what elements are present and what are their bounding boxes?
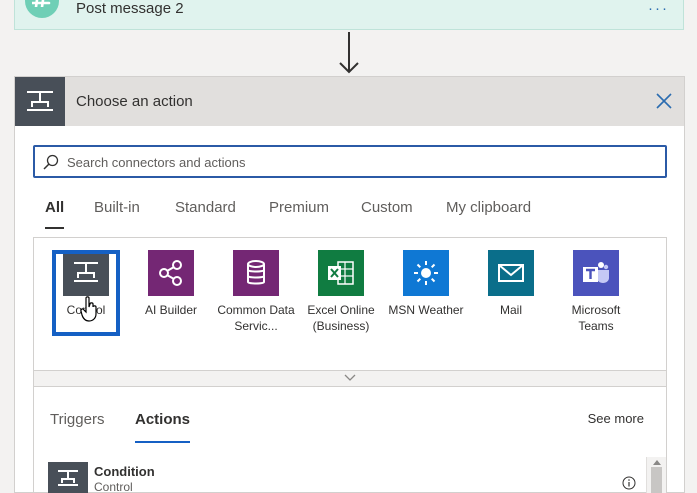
connector-label: Excel Online (Business) [307,303,375,333]
see-more-link[interactable]: See more [588,411,644,426]
chevron-down-icon [344,374,356,381]
tab-custom[interactable]: Custom [361,199,413,216]
search-box [33,145,667,178]
actions-section: Triggers Actions See more Condition Cont… [33,387,667,493]
ai-builder-icon [148,250,194,296]
flow-arrow-icon [339,32,359,74]
tab-premium[interactable]: Premium [269,199,329,216]
connector-common-data-service[interactable]: Common Data Servic... [216,250,296,334]
tab-built-in[interactable]: Built-in [94,199,140,216]
info-icon[interactable] [622,476,636,490]
step-icon-container [15,0,65,30]
search-input[interactable] [67,153,657,171]
action-name: Condition [94,464,155,479]
sun-icon [403,250,449,296]
tab-triggers[interactable]: Triggers [50,411,104,428]
tab-standard[interactable]: Standard [175,199,236,216]
connector-label: Mail [499,303,522,317]
card-title: Choose an action [76,93,193,110]
card-header: Choose an action [15,77,684,126]
control-icon [48,462,88,493]
more-options-icon[interactable]: ··· [648,0,669,17]
step-title: Post message 2 [76,0,184,17]
tab-actions[interactable]: Actions [135,411,191,443]
connector-mail[interactable]: Mail [471,250,551,318]
action-connector: Control [94,480,133,493]
slack-icon [25,0,59,18]
scrollbar-thumb[interactable] [651,467,662,493]
scroll-up-icon[interactable] [653,459,661,465]
connector-label: Microsoft Teams [571,303,621,333]
connector-microsoft-teams[interactable]: Microsoft Teams [556,250,636,334]
connector-label: Common Data Servic... [217,303,295,333]
actions-scrollbar[interactable] [646,457,666,493]
action-item-condition[interactable]: Condition Control [48,462,648,493]
expand-connectors-button[interactable] [33,370,667,387]
teams-icon [573,250,619,296]
connector-ai-builder[interactable]: AI Builder [131,250,211,318]
tab-my-clipboard[interactable]: My clipboard [446,199,531,216]
connector-label: AI Builder [144,303,198,317]
hand-cursor-icon [80,296,97,322]
mail-icon [488,250,534,296]
connector-msn-weather[interactable]: MSN Weather [386,250,466,318]
tab-all[interactable]: All [45,199,65,229]
connector-excel-online[interactable]: Excel Online (Business) [301,250,381,334]
selected-connector-outline [52,250,120,336]
excel-icon [318,250,364,296]
choose-action-card: Choose an action All Built-in Standard P… [14,76,685,493]
control-icon [15,77,65,126]
database-icon [233,250,279,296]
search-icon [43,154,59,170]
previous-step-card[interactable]: Post message 2 ··· [14,0,684,30]
connector-label: MSN Weather [388,303,464,317]
close-icon[interactable] [654,91,674,111]
connector-grid: Control AI Builder [33,237,667,371]
